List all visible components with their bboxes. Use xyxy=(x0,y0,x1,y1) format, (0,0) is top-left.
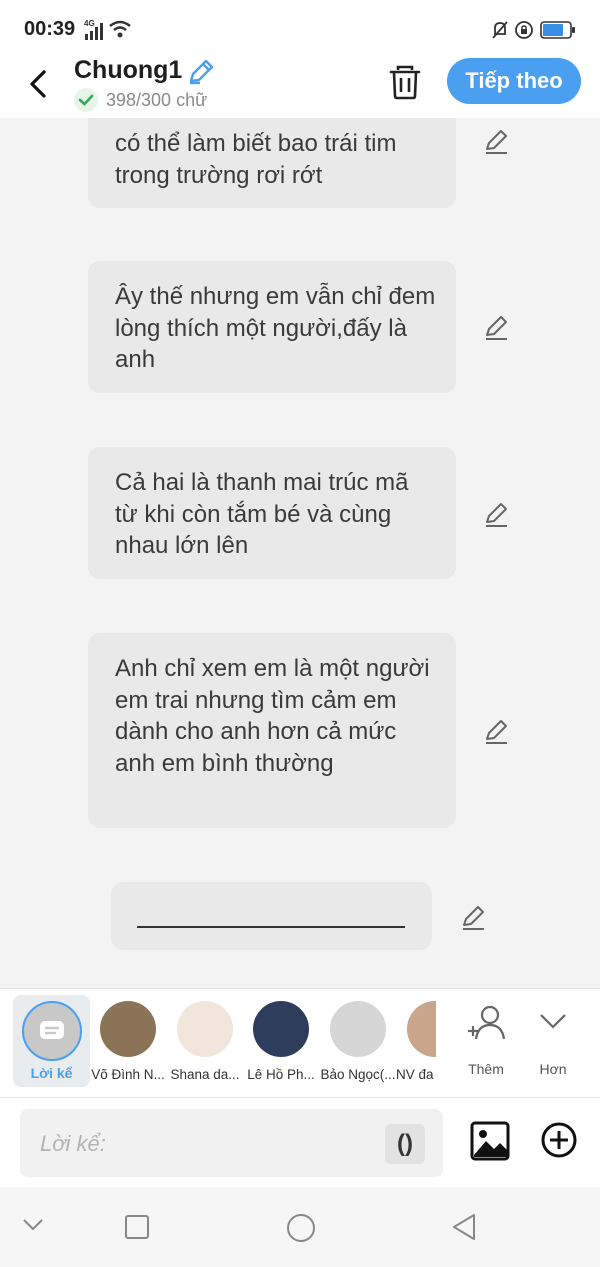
narrator-avatar xyxy=(22,1001,82,1061)
add-circle-icon[interactable] xyxy=(540,1121,578,1159)
nav-back-icon[interactable] xyxy=(450,1212,478,1242)
status-time: 00:39 xyxy=(24,18,76,40)
character-avatar xyxy=(407,1001,436,1057)
edit-pencil-icon[interactable] xyxy=(482,716,512,746)
edit-pencil-icon[interactable] xyxy=(482,126,512,156)
story-content[interactable]: có thể làm biết bao trái tim trong trườn… xyxy=(0,118,600,988)
more-characters-label: Hơn xyxy=(539,1061,567,1077)
narrator-label: Lời kể xyxy=(30,1065,73,1081)
word-count: 398/300 chữ xyxy=(106,90,208,110)
edit-pencil-icon[interactable] xyxy=(482,312,512,342)
compose-field[interactable]: () xyxy=(20,1109,443,1177)
chevron-down-icon xyxy=(540,1014,566,1029)
compose-bar: () xyxy=(0,1097,600,1188)
message-bubble[interactable]: Ây thế nhưng em vẫn chỉ đem lòng thích m… xyxy=(88,261,456,393)
blank-message-bubble[interactable] xyxy=(111,882,432,950)
character-name: NV đa xyxy=(396,1067,434,1082)
check-circle-icon xyxy=(74,88,98,112)
character-strip: Lời kể Võ Đình N... Shana da... Lê Hồ Ph… xyxy=(0,988,600,1097)
message-bubble[interactable]: có thể làm biết bao trái tim trong trườn… xyxy=(88,118,456,208)
next-button[interactable]: Tiếp theo xyxy=(447,58,581,104)
character-item[interactable]: Lê Hồ Ph... xyxy=(242,989,320,1089)
mute-bell-icon xyxy=(492,21,508,39)
system-nav-bar xyxy=(0,1187,600,1267)
character-avatar xyxy=(100,1001,156,1057)
character-avatar xyxy=(253,1001,309,1057)
status-bar: 00:39 4G xyxy=(0,0,600,58)
battery-icon xyxy=(540,21,575,39)
character-avatar xyxy=(177,1001,233,1057)
message-bubble[interactable]: Anh chỉ xem em là một người em trai nhưn… xyxy=(88,633,456,828)
character-name: Lê Hồ Ph... xyxy=(247,1067,315,1082)
character-item[interactable]: Bảo Ngọc(... xyxy=(319,989,397,1089)
nav-home-icon[interactable] xyxy=(285,1212,317,1244)
message-text: Anh chỉ xem em là một người em trai nhưn… xyxy=(115,655,430,777)
edit-title-icon[interactable] xyxy=(186,57,216,85)
character-avatar xyxy=(330,1001,386,1057)
rotation-lock-icon xyxy=(515,21,533,39)
blank-underline xyxy=(137,926,405,928)
back-arrow-icon[interactable] xyxy=(24,64,54,104)
character-item[interactable]: NV đa xyxy=(396,989,436,1089)
message-bubble[interactable]: Cả hai là thanh mai trúc mã từ khi còn t… xyxy=(88,447,456,579)
narration-input[interactable] xyxy=(38,1123,362,1165)
nav-recents-icon[interactable] xyxy=(124,1214,150,1240)
wifi-icon xyxy=(109,20,131,38)
parenthesis-button[interactable]: () xyxy=(385,1124,425,1164)
character-name: Shana da... xyxy=(170,1067,240,1082)
chapter-title: Chuong1 xyxy=(74,56,183,84)
image-icon[interactable] xyxy=(470,1121,510,1161)
more-characters-button[interactable]: Hơn xyxy=(519,989,587,1089)
add-character-button[interactable]: Thêm xyxy=(452,989,520,1089)
edit-pencil-icon[interactable] xyxy=(482,499,512,529)
message-text: Ây thế nhưng em vẫn chỉ đem lòng thích m… xyxy=(115,283,436,373)
character-name: Bảo Ngọc(... xyxy=(320,1067,396,1082)
editor-header: Chuong1 398/300 chữ Tiếp theo xyxy=(0,56,600,118)
character-name: Võ Đình N... xyxy=(91,1067,165,1082)
signal-icon xyxy=(85,23,103,40)
nav-collapse-icon[interactable] xyxy=(22,1217,44,1233)
message-text: có thể làm biết bao trái tim trong trườn… xyxy=(115,130,397,189)
trash-icon[interactable] xyxy=(388,64,422,100)
character-item[interactable]: Võ Đình N... xyxy=(89,989,167,1089)
message-text: Cả hai là thanh mai trúc mã từ khi còn t… xyxy=(115,469,409,559)
narrator-bubble-icon xyxy=(40,1021,64,1039)
edit-pencil-icon[interactable] xyxy=(459,902,489,932)
narrator-option[interactable]: Lời kể xyxy=(13,995,90,1087)
add-person-icon xyxy=(468,1005,506,1040)
character-item[interactable]: Shana da... xyxy=(166,989,244,1089)
add-character-label: Thêm xyxy=(468,1061,504,1077)
